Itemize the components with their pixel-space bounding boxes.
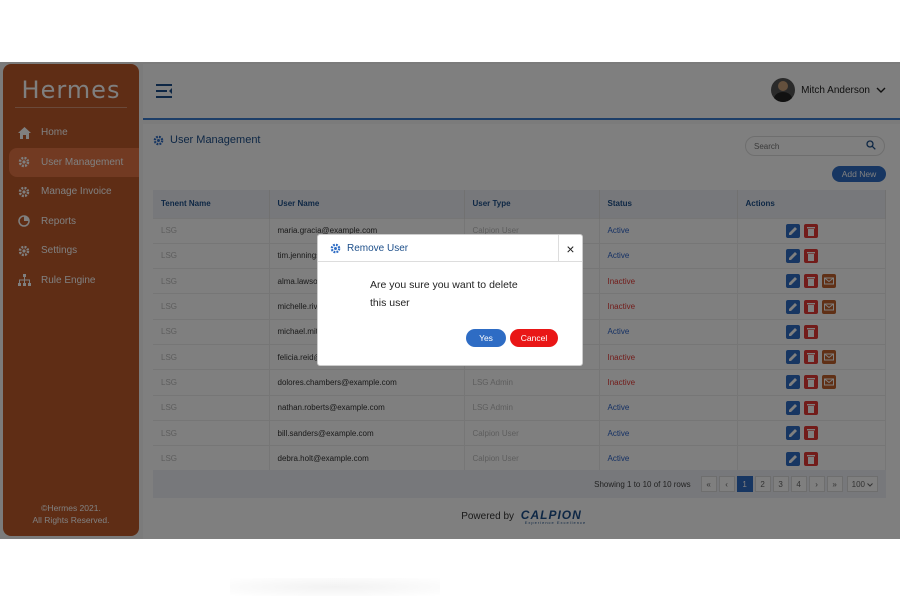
gear-icon — [330, 243, 341, 254]
close-icon[interactable]: × — [558, 235, 582, 262]
yes-button[interactable]: Yes — [466, 329, 506, 347]
cancel-button[interactable]: Cancel — [510, 329, 558, 347]
dialog-header: Remove User × — [318, 235, 582, 262]
dialog-actions: Yes Cancel — [466, 329, 558, 347]
dialog-message-line: this user — [370, 297, 410, 309]
decorative-shadow — [230, 578, 440, 596]
dialog-message: Are you sure you want to delete this use… — [318, 262, 582, 312]
dialog-title: Remove User — [347, 242, 409, 254]
dialog-message-line: Are you sure you want to delete — [370, 279, 518, 291]
remove-user-dialog: Remove User × Are you sure you want to d… — [317, 234, 583, 366]
